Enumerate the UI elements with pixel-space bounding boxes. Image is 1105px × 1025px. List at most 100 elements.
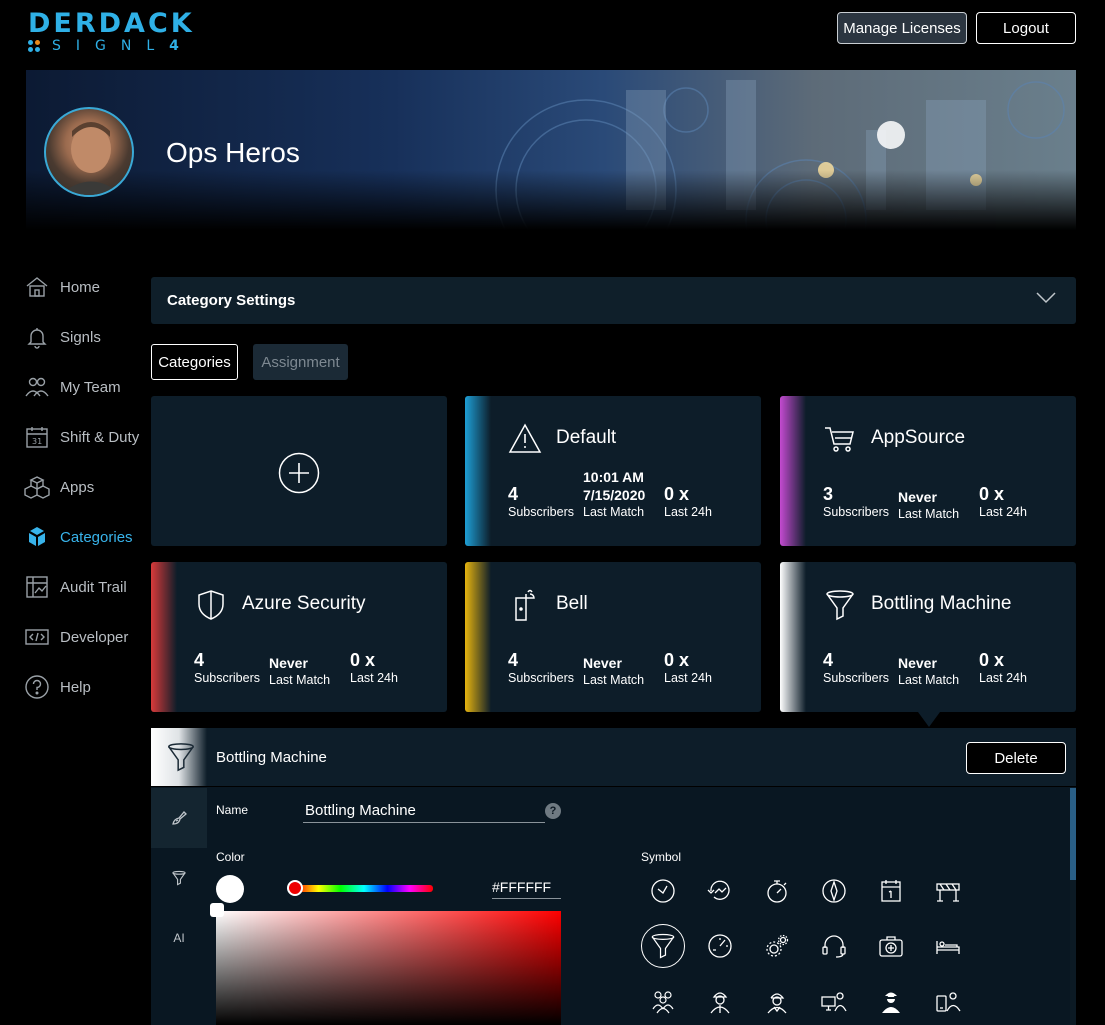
sidebar-item-audit-trail[interactable]: Audit Trail	[24, 562, 150, 612]
color-hex-input[interactable]	[492, 875, 561, 899]
worker-icon	[710, 992, 730, 1014]
sidebar-item-categories[interactable]: Categories	[24, 512, 150, 562]
calendar-icon: 31	[26, 427, 48, 448]
subscribers-label: Subscribers	[508, 671, 574, 685]
category-settings-header[interactable]: Category Settings	[151, 277, 1076, 324]
sidebar-item-label: Developer	[60, 628, 129, 646]
last-match-label: Last Match	[269, 673, 331, 687]
tab-categories[interactable]: Categories	[151, 344, 238, 380]
engineer-icon	[767, 993, 787, 1014]
tab-filter[interactable]	[151, 848, 207, 908]
group-icon	[652, 991, 674, 1014]
subscriber-count: 3	[823, 484, 834, 504]
chevron-down-icon[interactable]	[1036, 291, 1056, 305]
sidebar-item-label: Categories	[60, 528, 133, 546]
category-card-bottling-machine[interactable]: Bottling Machine 4 Subscribers Never Last …	[780, 562, 1076, 712]
last-24h-label: Last 24h	[664, 671, 712, 685]
clock-icon	[651, 879, 675, 903]
category-color-stripe	[780, 562, 806, 712]
subscriber-count: 4	[508, 650, 519, 670]
saturation-picker-handle[interactable]	[210, 903, 224, 917]
symbol-option[interactable]	[869, 924, 913, 968]
symbol-option[interactable]	[755, 979, 799, 1023]
symbol-option[interactable]	[926, 979, 970, 1023]
code-icon	[25, 629, 49, 645]
sidebar-item-label: Signls	[60, 328, 101, 346]
cart-icon	[825, 427, 854, 452]
tab-assignment[interactable]: Assignment	[253, 344, 348, 380]
sidebar-item-developer[interactable]: Developer	[24, 612, 150, 662]
logo-dots-icon	[28, 40, 48, 52]
add-category-card[interactable]	[151, 396, 447, 546]
symbol-option[interactable]	[641, 869, 685, 913]
sidebar-item-apps[interactable]: Apps	[24, 462, 150, 512]
last-24h-count: 0 x	[350, 650, 376, 670]
category-name: Azure Security	[242, 593, 366, 614]
delete-button[interactable]: Delete	[966, 742, 1066, 774]
category-card-bell[interactable]: Bell 4 Subscribers Never Last Match 0 x Las…	[465, 562, 761, 712]
detail-scrollbar[interactable]	[1070, 788, 1076, 1025]
symbol-option[interactable]	[812, 869, 856, 913]
category-card-default[interactable]: Default 4 Subscribers 10:01 AM 7/15/2020 La…	[465, 396, 761, 546]
subscribers-label: Subscribers	[508, 505, 574, 519]
last-match-label: Last Match	[583, 673, 645, 687]
help-icon[interactable]: ?	[545, 803, 561, 819]
symbol-option[interactable]	[926, 869, 970, 913]
symbol-option-selected[interactable]	[641, 924, 685, 968]
last-24h-label: Last 24h	[979, 505, 1027, 519]
symbol-option[interactable]	[812, 979, 856, 1023]
sidebar-item-home[interactable]: Home	[24, 262, 150, 312]
sidebar-item-signls[interactable]: Signls	[24, 312, 150, 362]
tab-appearance[interactable]	[151, 788, 207, 848]
shield-icon	[198, 590, 224, 620]
sidebar-item-label: My Team	[60, 378, 121, 396]
sidebar-item-my-team[interactable]: My Team	[24, 362, 150, 412]
team-avatar[interactable]	[44, 107, 134, 197]
plus-circle-icon	[278, 452, 320, 494]
symbol-option[interactable]	[698, 979, 742, 1023]
categories-icon	[29, 527, 45, 546]
category-card-appsource[interactable]: AppSource 3 Subscribers Never Last Match 0…	[780, 396, 1076, 546]
name-label: Name	[216, 803, 249, 817]
color-label: Color	[216, 850, 245, 864]
symbol-option[interactable]	[641, 979, 685, 1023]
category-color-stripe	[151, 562, 177, 712]
sidebar-item-help[interactable]: Help	[24, 662, 150, 712]
bell-icon	[27, 328, 47, 349]
category-name: AppSource	[871, 427, 966, 448]
category-name: Bell	[556, 593, 588, 614]
sidebar-item-shift-duty[interactable]: 31 Shift & Duty	[24, 412, 150, 462]
category-detail-header: Bottling Machine	[151, 728, 1076, 786]
logout-button[interactable]: Logout	[976, 12, 1076, 44]
symbol-option[interactable]	[869, 979, 913, 1023]
symbol-option[interactable]	[698, 924, 742, 968]
color-preview	[216, 875, 244, 903]
last-24h-label: Last 24h	[350, 671, 398, 685]
category-color-stripe	[465, 562, 491, 712]
help-icon	[25, 675, 49, 699]
scrollbar-thumb[interactable]	[1070, 788, 1076, 880]
symbol-option[interactable]	[926, 924, 970, 968]
symbol-option[interactable]	[755, 924, 799, 968]
sidebar-item-label: Home	[60, 278, 101, 296]
subscriber-count: 4	[194, 650, 205, 670]
gauge-icon	[708, 934, 732, 958]
funnel-icon	[172, 870, 186, 886]
subscribers-label: Subscribers	[823, 505, 889, 519]
derdack-signl4-logo[interactable]: DERDACK SIGNL4	[28, 10, 218, 54]
symbol-option[interactable]	[812, 924, 856, 968]
color-saturation-picker[interactable]	[216, 911, 561, 1025]
manage-licenses-button[interactable]: Manage Licenses	[837, 12, 967, 44]
symbol-option[interactable]	[869, 869, 913, 913]
warning-icon	[508, 423, 542, 453]
symbol-option[interactable]	[698, 869, 742, 913]
last-match-value: Never	[583, 655, 622, 671]
category-name-input[interactable]	[303, 799, 545, 823]
tab-ai[interactable]: AI	[151, 908, 207, 968]
symbol-option[interactable]	[755, 869, 799, 913]
hue-slider[interactable]	[295, 885, 433, 892]
sidebar-item-label: Shift & Duty	[60, 428, 140, 446]
brand-product: SIGNL	[52, 38, 170, 54]
hue-slider-handle[interactable]	[287, 880, 303, 896]
category-card-azure-security[interactable]: Azure Security 4 Subscribers Never Last Ma…	[151, 562, 447, 712]
